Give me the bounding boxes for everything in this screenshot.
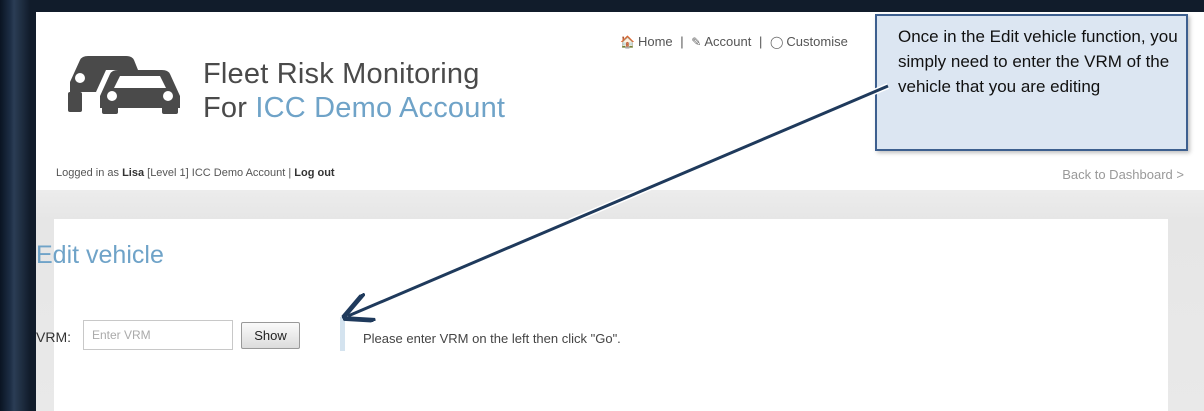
top-nav: 🏠 Home | ✎ Account | ◯ Customise (620, 34, 848, 49)
nav-separator: | (758, 34, 763, 49)
page-title: Edit vehicle (36, 241, 164, 269)
login-level: [Level 1] ICC Demo Account | (144, 167, 295, 179)
nav-account-link[interactable]: Account (704, 34, 751, 49)
content-card (54, 219, 1168, 411)
edit-icon: ✎ (691, 35, 702, 49)
login-username: Lisa (122, 167, 145, 179)
cars-icon (68, 56, 180, 114)
info-message: Please enter VRM on the left then click … (363, 331, 621, 346)
show-button[interactable]: Show (241, 322, 300, 349)
brand-title: Fleet Risk Monitoring (203, 58, 480, 90)
nav-separator: | (680, 34, 684, 49)
info-divider (340, 317, 345, 351)
brand-subtitle: For ICC Demo Account (203, 92, 505, 125)
brand-subtitle-prefix: For (203, 92, 256, 124)
nav-customise-link[interactable]: Customise (786, 34, 847, 49)
brand-account-name: ICC Demo Account (255, 92, 506, 124)
vrm-input[interactable] (83, 320, 233, 350)
tutorial-callout: Once in the Edit vehicle function, you s… (875, 14, 1188, 151)
vrm-label: VRM: (36, 329, 71, 345)
back-to-dashboard-link[interactable]: Back to Dashboard > (1062, 167, 1184, 182)
login-prefix: Logged in as (56, 167, 123, 179)
home-icon: 🏠 (620, 35, 635, 49)
login-status: Logged in as Lisa [Level 1] ICC Demo Acc… (56, 167, 335, 179)
logout-link[interactable]: Log out (294, 167, 334, 179)
nav-home-link[interactable]: Home (638, 34, 673, 49)
compass-icon: ◯ (769, 35, 784, 49)
